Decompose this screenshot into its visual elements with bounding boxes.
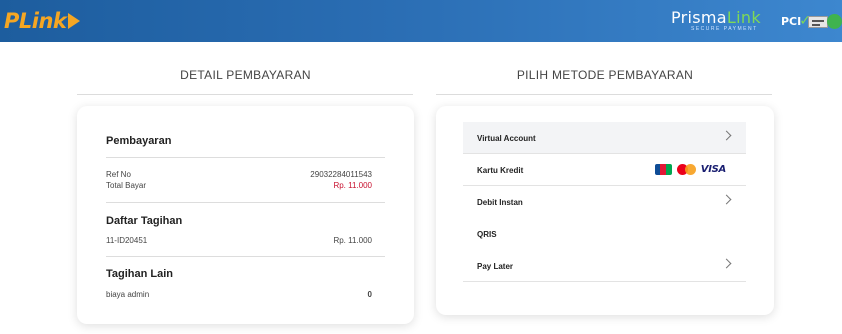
divider — [106, 157, 385, 158]
brand-tagline: SECURE PAYMENT — [691, 26, 758, 32]
logo-text: PLink — [4, 9, 67, 33]
chevron-right-icon — [721, 130, 732, 141]
secure-badge-icon — [808, 14, 842, 30]
payment-method-card: Virtual Account Kartu Kredit VISA Debit … — [436, 106, 774, 315]
detail-section-title: DETAIL PEMBAYARAN — [180, 68, 311, 82]
ref-value: 29032284011543 — [310, 170, 372, 179]
bill-amount: Rp. 11.000 — [333, 236, 372, 245]
total-label: Total Bayar — [106, 181, 147, 190]
method-label: Virtual Account — [477, 134, 536, 143]
bills-heading: Daftar Tagihan — [106, 215, 183, 227]
brand-suffix: Link — [726, 8, 761, 27]
admin-fee-label: biaya admin — [106, 290, 150, 299]
method-section-title: PILIH METODE PEMBAYARAN — [516, 68, 694, 82]
divider — [77, 94, 413, 95]
method-label: Debit Instan — [477, 198, 523, 207]
card-logos: VISA — [654, 164, 727, 175]
brand-prefix: Prisma — [671, 8, 727, 27]
total-value: Rp. 11.000 — [333, 181, 372, 190]
payment-heading: Pembayaran — [106, 135, 172, 147]
ref-label: Ref No — [106, 170, 131, 179]
logo-arrow-icon — [68, 13, 81, 29]
top-header: PLink PrismaLink SECURE PAYMENT PCI✓ — [0, 0, 842, 42]
admin-fee-value: 0 — [367, 290, 372, 299]
divider — [436, 94, 772, 95]
method-pay-later[interactable]: Pay Later — [463, 250, 746, 282]
chevron-right-icon — [721, 194, 732, 205]
divider — [106, 202, 385, 203]
method-debit-instan[interactable]: Debit Instan — [463, 186, 746, 218]
pci-badge: PCI✓ — [781, 13, 811, 29]
divider — [106, 256, 385, 257]
prismalink-logo: PrismaLink SECURE PAYMENT — [671, 10, 765, 34]
payment-detail-card: Pembayaran Ref No 29032284011543 Total B… — [77, 106, 414, 324]
visa-logo: VISA — [700, 164, 727, 175]
mastercard-logo-icon — [676, 164, 696, 175]
method-label: QRIS — [477, 230, 497, 239]
method-label: Kartu Kredit — [477, 166, 524, 175]
chevron-right-icon — [721, 258, 732, 269]
plink-logo[interactable]: PLink — [4, 9, 81, 33]
method-credit-card[interactable]: Kartu Kredit VISA — [463, 154, 746, 186]
method-label: Pay Later — [477, 262, 514, 271]
jcb-logo-icon — [654, 164, 672, 175]
other-bills-heading: Tagihan Lain — [106, 268, 174, 280]
bill-id: 11-ID20451 — [106, 236, 148, 245]
method-virtual-account[interactable]: Virtual Account — [463, 122, 746, 154]
method-qris[interactable]: QRIS — [463, 218, 746, 250]
